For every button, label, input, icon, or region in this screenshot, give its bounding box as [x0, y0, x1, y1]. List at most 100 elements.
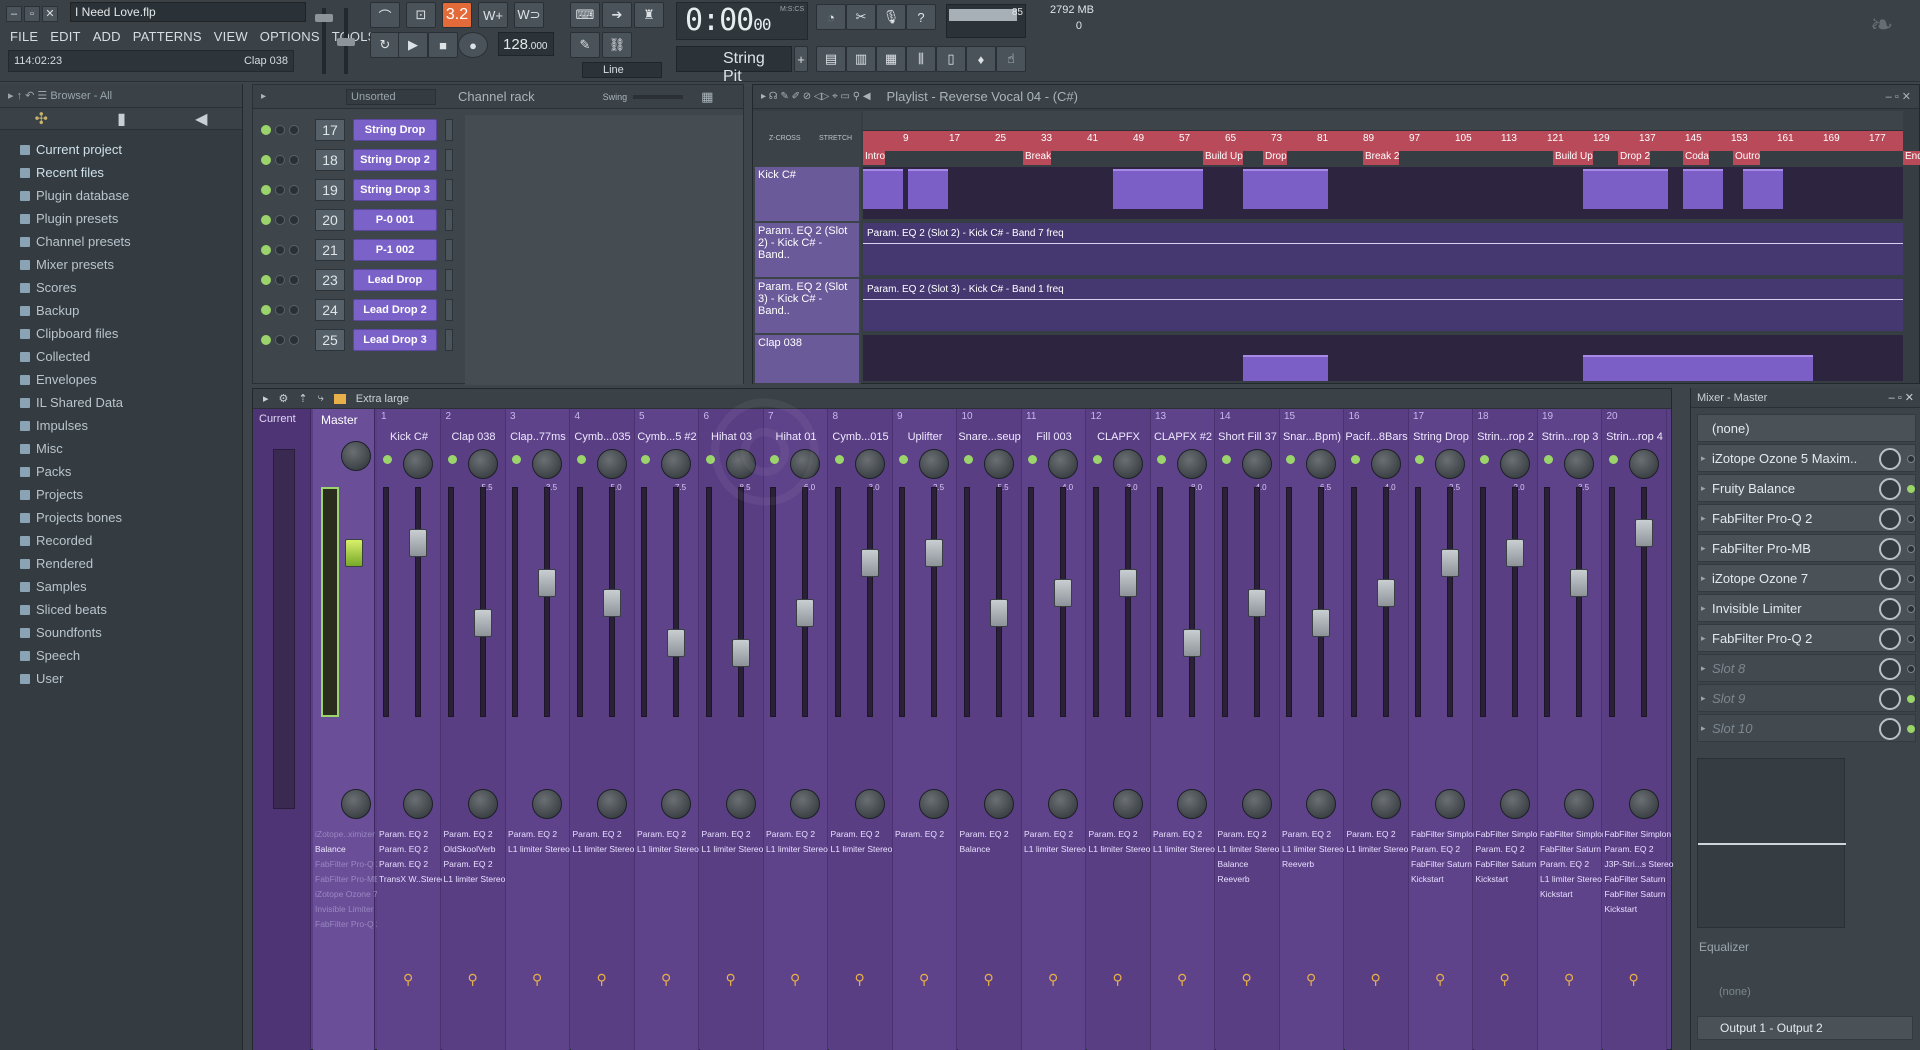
master-volume-handle[interactable]: [315, 14, 333, 22]
fx-mix-knob[interactable]: [1879, 628, 1901, 650]
tempo-display[interactable]: 128.000: [498, 32, 554, 56]
insert-fx-slot[interactable]: L1 limiter Stereo: [1218, 844, 1280, 854]
insert-fx-slot[interactable]: Kickstart: [1476, 874, 1509, 884]
mixer-layout-icon[interactable]: [333, 393, 346, 404]
insert-fx-slot[interactable]: FabFilter Simplon: [1411, 829, 1478, 839]
stereo-separation-knob[interactable]: [596, 789, 627, 819]
pattern-clip[interactable]: [1243, 355, 1328, 381]
timeline-marker[interactable]: Break: [1023, 151, 1052, 165]
preset-selector[interactable]: (none): [1697, 414, 1916, 442]
track-header[interactable]: Param. EQ 2 (Slot 2) - Kick C# - Band..: [755, 223, 859, 277]
lock-icon[interactable]: ⚲: [984, 971, 994, 988]
insert-fx-slot[interactable]: L1 limiter Stereo: [508, 844, 570, 854]
pan-knob[interactable]: [1370, 449, 1401, 479]
mixer-wrench-icon[interactable]: ⚙: [279, 392, 289, 405]
mute-led[interactable]: [261, 305, 271, 315]
timeline-marker[interactable]: Outro: [1733, 151, 1761, 165]
mixer-fx-window-controls[interactable]: – ▫ ✕: [1889, 391, 1914, 404]
help-icon[interactable]: ?: [906, 4, 936, 30]
lock-icon[interactable]: ⚲: [468, 971, 478, 988]
mute-led[interactable]: [261, 125, 271, 135]
pattern-clip[interactable]: [1583, 169, 1668, 209]
insert-fx-slot[interactable]: Param. EQ 2: [444, 829, 493, 839]
master-fx-slot[interactable]: Balance: [315, 844, 346, 854]
browser-item[interactable]: Backup: [0, 299, 242, 322]
pattern-clip[interactable]: [1113, 169, 1203, 209]
fx-enable-led[interactable]: [1907, 455, 1915, 463]
fx-enable-led[interactable]: [1907, 515, 1915, 523]
insert-fx-slot[interactable]: Param. EQ 2: [1411, 844, 1460, 854]
pan-knob[interactable]: [1435, 449, 1465, 479]
stereo-separation-knob[interactable]: [1499, 789, 1530, 819]
volume-knob[interactable]: [289, 275, 299, 285]
slot-arrow-icon[interactable]: ▸: [1701, 513, 1706, 524]
insert-fx-slot[interactable]: Kickstart: [1540, 889, 1573, 899]
track-header[interactable]: Kick C#: [755, 167, 859, 221]
swing-slider[interactable]: [633, 94, 684, 99]
playlist-window-controls[interactable]: – ▫ ✕: [1886, 90, 1911, 103]
insert-fx-slot[interactable]: Balance: [960, 844, 991, 854]
insert-enable-led[interactable]: [1544, 455, 1553, 464]
volume-fader[interactable]: [1247, 589, 1266, 617]
pan-knob[interactable]: [1306, 449, 1336, 479]
pan-knob[interactable]: [275, 215, 285, 225]
master-fx-slot[interactable]: iZotope Ozone 7: [315, 889, 378, 899]
stereo-separation-knob[interactable]: [1177, 789, 1207, 819]
insert-enable-led[interactable]: [1415, 455, 1424, 464]
volume-fader[interactable]: [1054, 579, 1072, 607]
master-fx-slot[interactable]: FabFilter Pro-Q 2: [315, 919, 381, 929]
current-strip[interactable]: Current: [253, 409, 311, 1050]
lock-icon[interactable]: ⚲: [790, 971, 800, 988]
channel-mixer-number[interactable]: 17: [315, 119, 345, 141]
insert-fx-slot[interactable]: Param. EQ 2: [444, 859, 493, 869]
insert-fx-slot[interactable]: L1 limiter Stereo: [702, 844, 764, 854]
master-pitch-handle[interactable]: [337, 38, 355, 46]
browser-item[interactable]: Current project: [0, 138, 242, 161]
browser-item[interactable]: Mixer presets: [0, 253, 242, 276]
rack-menu-icon[interactable]: ▦: [701, 89, 713, 105]
stereo-separation-knob[interactable]: [1564, 789, 1594, 819]
pan-knob[interactable]: [661, 449, 691, 479]
fx-slot-1[interactable]: ▸ iZotope Ozone 5 Maxim..: [1697, 444, 1916, 472]
mixer-insert-9[interactable]: 9 Uplifter 2.5 Param. EQ 2 ⚲: [893, 409, 957, 1050]
pattern-clip[interactable]: [1583, 355, 1813, 381]
insert-fx-slot[interactable]: Kickstart: [1411, 874, 1444, 884]
insert-fx-slot[interactable]: Reeverb: [1218, 874, 1250, 884]
fx-slot-7[interactable]: ▸ FabFilter Pro-Q 2: [1697, 624, 1916, 652]
menu-view[interactable]: VIEW: [212, 29, 250, 44]
file-icon[interactable]: ▮: [117, 109, 126, 129]
mixer-insert-4[interactable]: 4 Cymb...035 5.0 Param. EQ 2 L1 limiter Ster…: [570, 409, 635, 1050]
pattern-clip[interactable]: [1743, 169, 1783, 209]
pan-knob[interactable]: [275, 245, 285, 255]
fx-slot-4[interactable]: ▸ FabFilter Pro-MB: [1697, 534, 1916, 562]
pan-knob[interactable]: [919, 449, 949, 479]
channel-rack-view-icon[interactable]: ▦: [876, 46, 906, 72]
stereo-separation-knob[interactable]: [854, 789, 885, 819]
browser-item[interactable]: Samples: [0, 575, 242, 598]
lock-icon[interactable]: ⚲: [919, 971, 929, 988]
mute-led[interactable]: [261, 185, 271, 195]
pan-knob[interactable]: [854, 449, 885, 479]
browser-item[interactable]: Plugin presets: [0, 207, 242, 230]
fx-mix-knob[interactable]: [1879, 598, 1901, 620]
insert-fx-slot[interactable]: Param. EQ 2: [702, 829, 751, 839]
insert-fx-slot[interactable]: OldSkoolVerb: [444, 844, 496, 854]
insert-fx-slot[interactable]: FabFilter Saturn: [1540, 844, 1601, 854]
insert-fx-slot[interactable]: Param. EQ 2: [1218, 829, 1267, 839]
insert-fx-slot[interactable]: L1 limiter Stereo: [831, 844, 893, 854]
lock-icon[interactable]: ⚲: [1500, 971, 1510, 988]
insert-enable-led[interactable]: [1028, 455, 1037, 464]
timeline-marker[interactable]: Drop 2: [1618, 151, 1651, 165]
insert-name[interactable]: Fill 003: [1022, 431, 1086, 443]
loop-mode-icon[interactable]: ↻: [370, 32, 400, 58]
insert-fx-slot[interactable]: Param. EQ 2: [1282, 829, 1331, 839]
pan-knob[interactable]: [275, 185, 285, 195]
stereo-separation-knob[interactable]: [661, 789, 691, 819]
insert-fx-slot[interactable]: L1 limiter Stereo: [1282, 844, 1344, 854]
timeline-marker[interactable]: Build Up: [1553, 151, 1593, 165]
timeline-marker[interactable]: Coda: [1683, 151, 1709, 165]
pattern-clip[interactable]: [908, 169, 948, 209]
insert-fx-slot[interactable]: TransX W..Stereo: [379, 874, 446, 884]
slot-arrow-icon[interactable]: ▸: [1701, 603, 1706, 614]
channel-select[interactable]: [445, 119, 453, 141]
